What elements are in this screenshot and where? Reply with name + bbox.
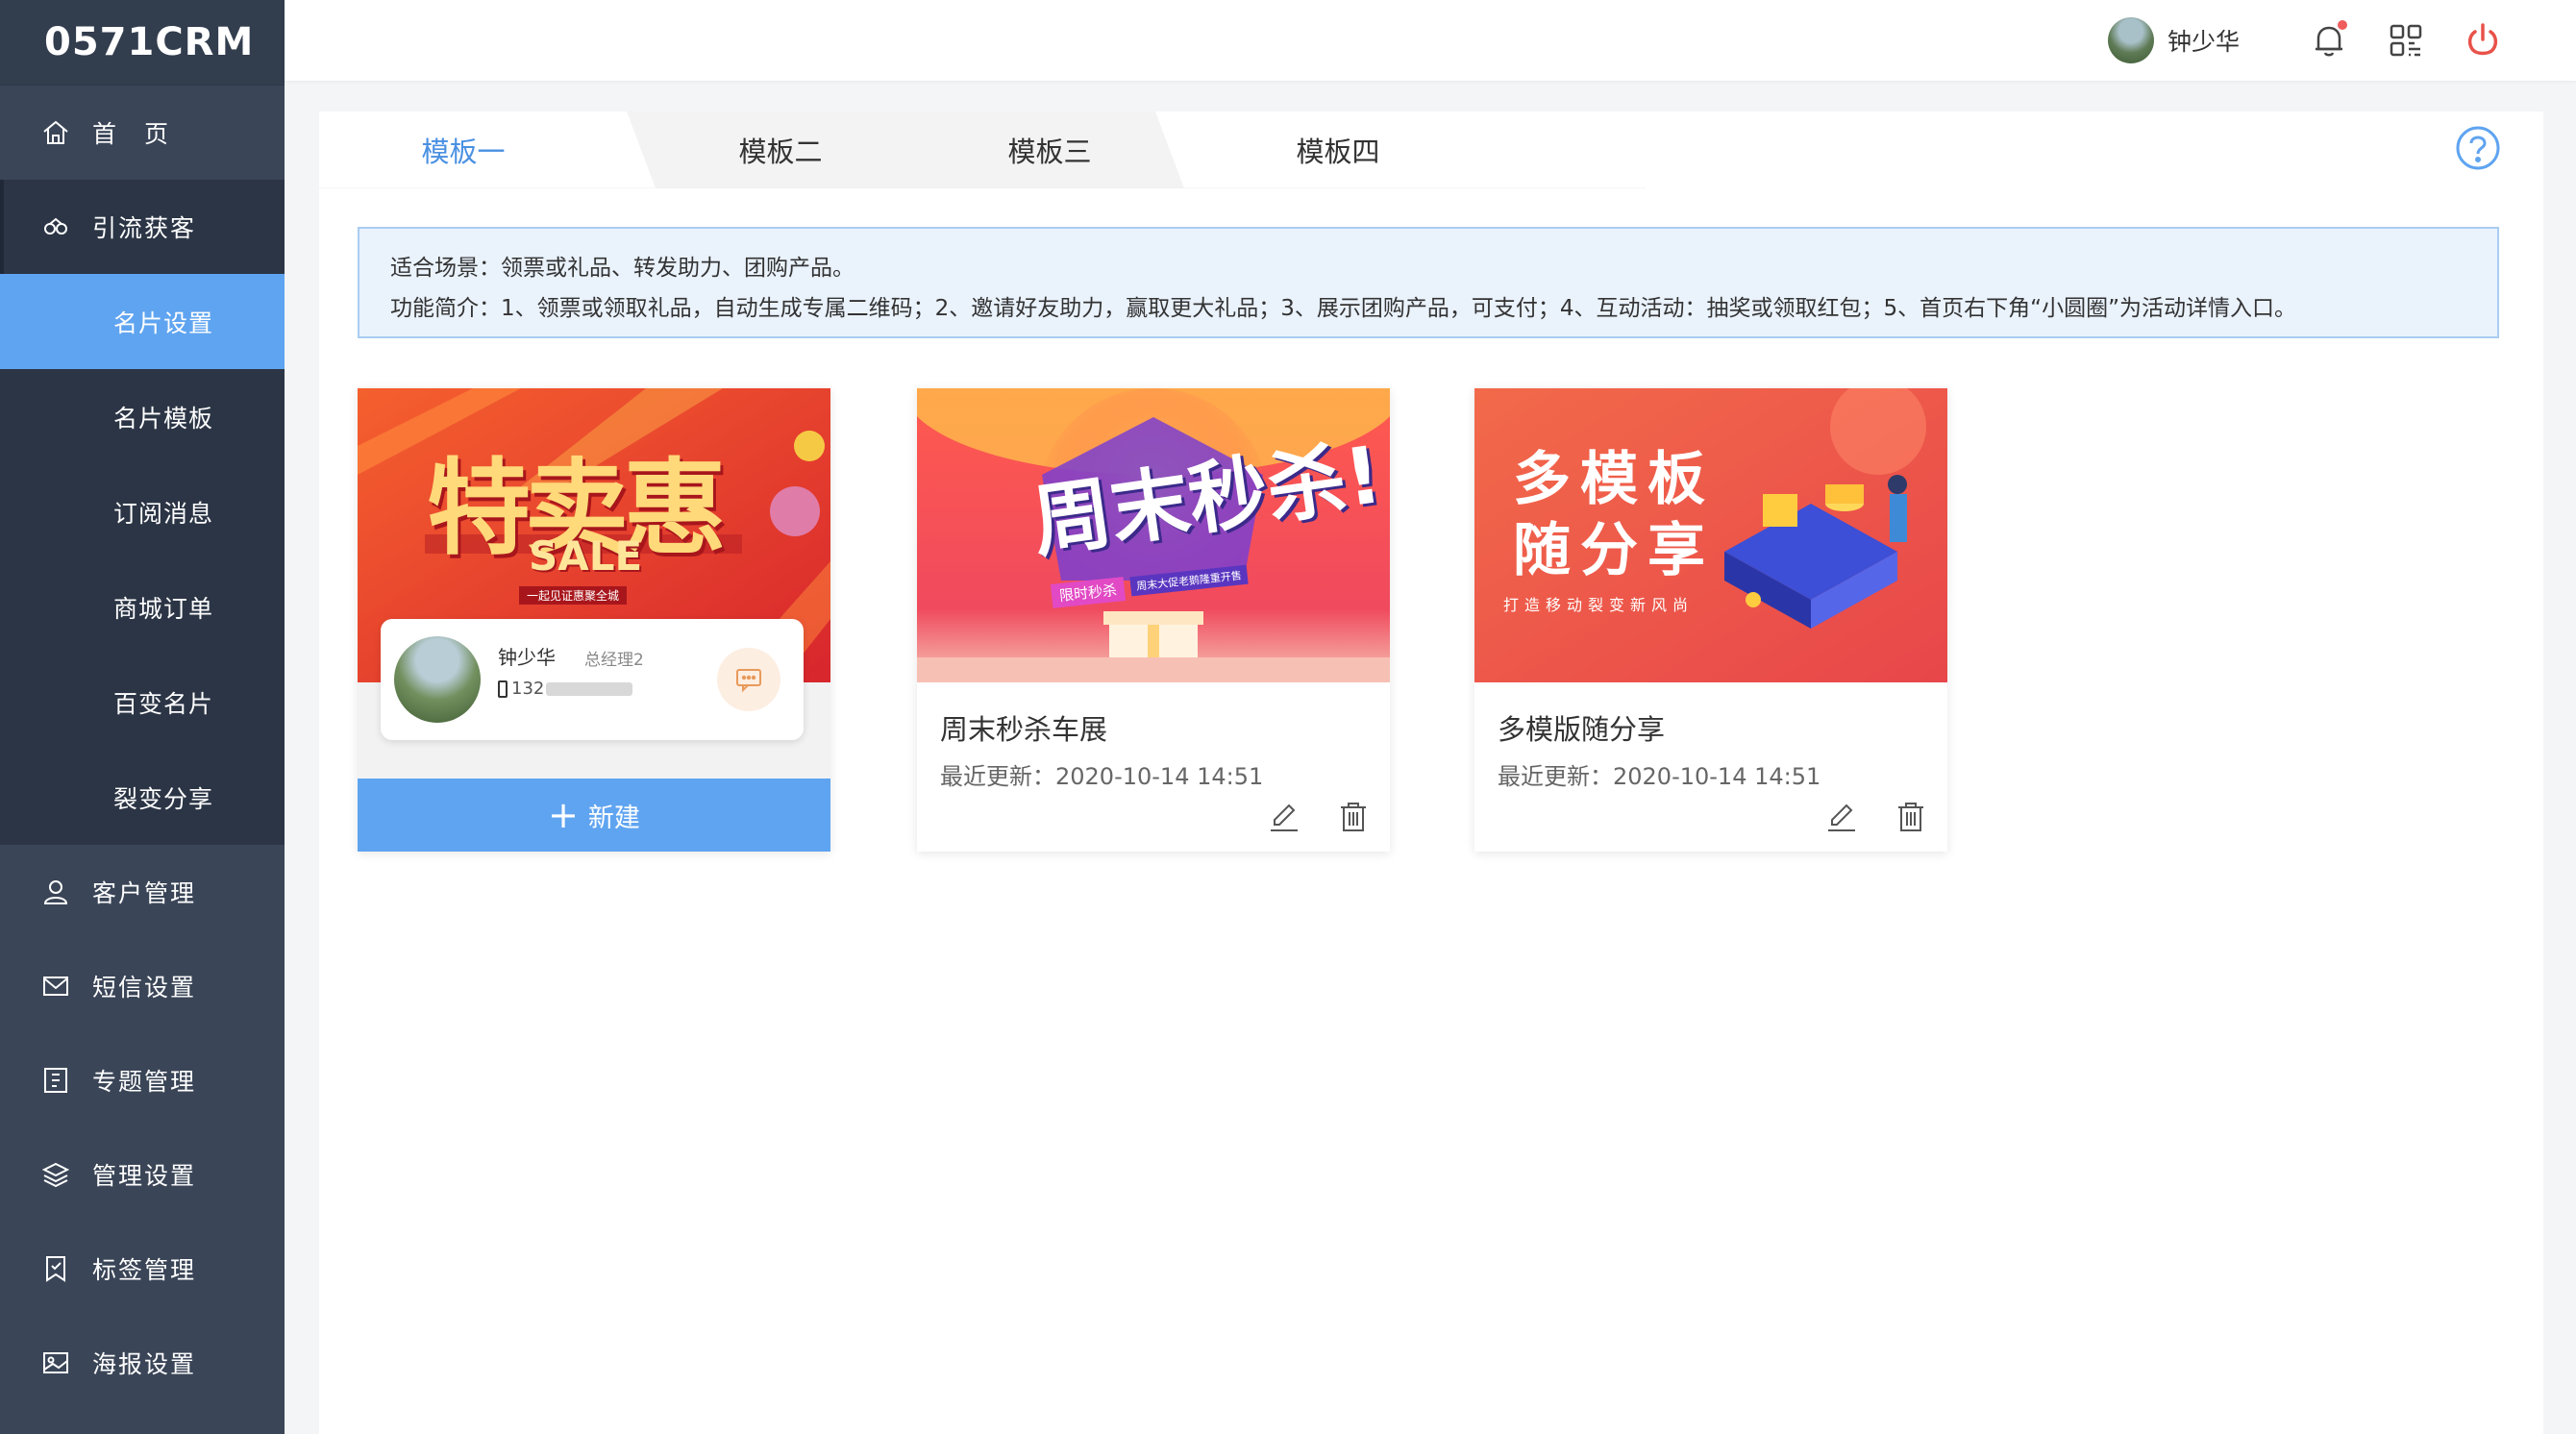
preview-phone-number: 132 [511,679,545,699]
sidebar-item-topics[interactable]: 专题管理 [0,1033,285,1127]
tab-template-1[interactable]: 模板一 [319,111,607,188]
sidebar-item-customers[interactable]: 客户管理 [0,845,285,939]
sidebar: 0571CRM 首 页 引流获客 名片设置 名片模板 订阅消息 商城订单 百变名… [0,0,285,1434]
sidebar-item-posters[interactable]: 海报设置 [0,1316,285,1410]
sidebar-subitem-variable-cards[interactable]: 百变名片 [0,655,285,750]
sidebar-item-label: 专题管理 [92,1068,197,1096]
template-updated: 最近更新：2020-10-14 14:51 [1498,763,1821,790]
new-template-card: 特卖惠 SALE 一起见证惠聚全城 钟少华 总经理2 132 + 新建 [358,388,830,852]
template-card[interactable]: 多模板 随分享 打造移动裂变新风尚 多模版随分享 最近更新：2020-10-14… [1474,388,1947,852]
edit-icon[interactable] [1824,800,1859,834]
template-card[interactable]: 周末秒杀! 限时秒杀 周末大促老鹅隆重开售 周末秒杀车展 最近更新：2020-1… [917,388,1390,852]
tag-icon [40,1253,71,1284]
template-updated: 最近更新：2020-10-14 14:51 [940,763,1264,790]
sidebar-subitem-mall-orders[interactable]: 商城订单 [0,559,285,655]
top-bar: 钟少华 [285,0,2576,81]
image-icon [40,1347,71,1378]
notification-dot [2338,20,2347,30]
power-icon[interactable] [2463,20,2503,61]
sidebar-subitem-card-templates[interactable]: 名片模板 [0,369,285,464]
tab-template-3[interactable]: 模板三 [925,111,1175,188]
sidebar-item-traffic[interactable]: 引流获客 [0,180,285,274]
sidebar-item-management[interactable]: 管理设置 [0,1127,285,1222]
sidebar-item-sms[interactable]: 短信设置 [0,939,285,1033]
app-logo[interactable]: 0571CRM [0,0,285,86]
card-banner: 特卖惠 SALE 一起见证惠聚全城 钟少华 总经理2 132 [358,388,830,779]
banner-sale: SALE [529,532,643,580]
sidebar-subitem-subscriptions[interactable]: 订阅消息 [0,464,285,559]
info-scenario: 适合场景：领票或礼品、转发助力、团购产品。 [390,256,855,281]
edit-icon[interactable] [1267,800,1301,834]
sidebar-item-label: 海报设置 [92,1350,197,1378]
avatar[interactable] [2107,17,2154,63]
delete-icon[interactable] [1336,800,1371,834]
preview-phone: 132 [498,679,633,699]
template-title: 周末秒杀车展 [940,713,1108,746]
sidebar-item-tags[interactable]: 标签管理 [0,1222,285,1316]
card-banner: 周末秒杀! 限时秒杀 周末大促老鹅隆重开售 [917,388,1390,682]
preview-role: 总经理2 [584,651,644,670]
card-banner: 多模板 随分享 打造移动裂变新风尚 [1474,388,1947,682]
topic-icon [40,1065,71,1096]
banner-title-line1: 多模板 [1513,446,1715,513]
business-card-preview: 钟少华 总经理2 132 [381,619,804,740]
delete-icon[interactable] [1894,800,1928,834]
user-area: 钟少华 [2107,0,2503,81]
tab-template-4[interactable]: 模板四 [1194,111,1482,188]
plus-icon: + [548,794,579,836]
mail-icon [40,971,71,1001]
banner-subtitle: 打造移动裂变新风尚 [1503,596,1695,614]
home-icon [40,117,71,148]
info-box: 适合场景：领票或礼品、转发助力、团购产品。 功能简介：1、领票或领取礼品，自动生… [358,227,2499,338]
card-actions [1790,800,1928,834]
template-title: 多模版随分享 [1498,713,1666,746]
tab-template-2[interactable]: 模板二 [646,111,915,188]
sidebar-item-label: 短信设置 [92,974,197,1001]
sidebar-item-label: 标签管理 [92,1256,197,1284]
sidebar-subitem-card-settings[interactable]: 名片设置 [0,274,285,369]
sidebar-item-label: 首 页 [92,120,171,148]
sidebar-subitem-fission-share[interactable]: 裂变分享 [0,750,285,845]
info-features: 功能简介：1、领票或领取礼品，自动生成专属二维码；2、邀请好友助力，赢取更大礼品… [390,296,2296,321]
card-actions [1232,800,1371,834]
sidebar-item-label: 管理设置 [92,1162,197,1190]
sidebar-item-label: 引流获客 [92,214,197,242]
phone-blur [546,681,633,696]
user-icon [40,877,71,907]
avatar [394,636,481,723]
banner-title-line2: 随分享 [1513,517,1715,584]
sidebar-subnav: 名片设置 名片模板 订阅消息 商城订单 百变名片 裂变分享 [0,274,285,845]
banner-tagline: 一起见证惠聚全城 [519,586,628,605]
main-panel: 模板一 模板二 模板三 模板四 适合场景：领票或礼品、转发助力、团购产品。 功能… [319,111,2543,1434]
sidebar-item-label: 客户管理 [92,879,197,907]
layers-icon [40,1159,71,1190]
sidebar-item-home[interactable]: 首 页 [0,86,285,180]
template-tabs: 模板一 模板二 模板三 模板四 [319,111,2543,188]
phone-icon [498,680,508,698]
preview-name: 钟少华 [498,646,556,669]
link-icon [40,211,71,242]
chat-icon [717,648,780,711]
user-name[interactable]: 钟少华 [2167,23,2240,58]
bell-icon[interactable] [2309,20,2349,61]
new-button-label: 新建 [587,803,640,833]
help-icon[interactable] [2455,125,2501,171]
new-template-button[interactable]: + 新建 [358,779,830,852]
apps-grid-icon[interactable] [2386,20,2426,61]
